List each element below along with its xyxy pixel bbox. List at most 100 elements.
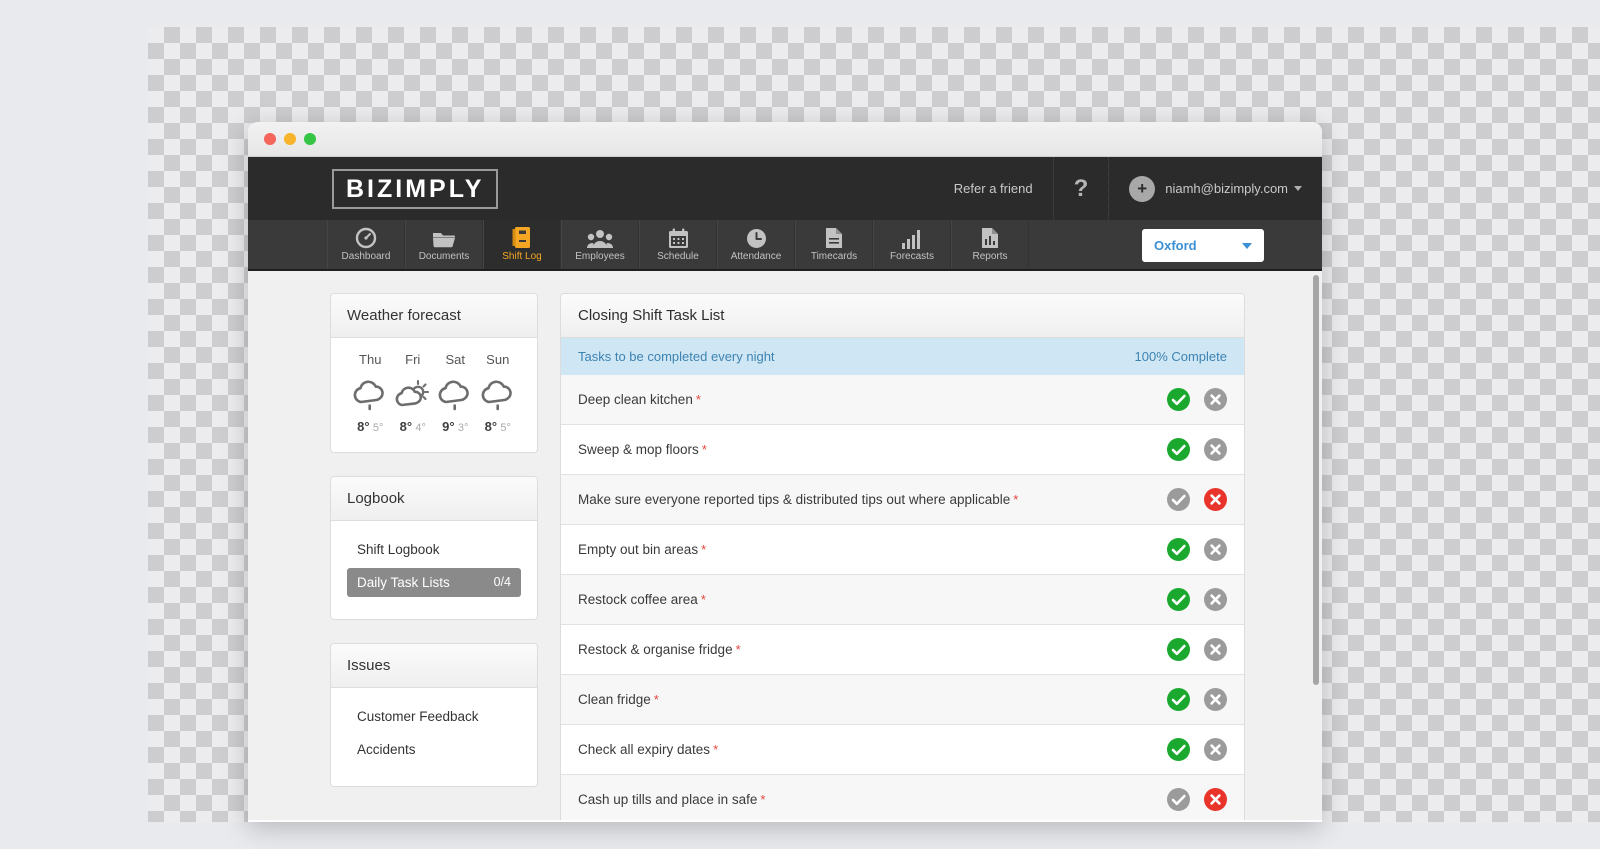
- weather-day-temps: 8° 5°: [349, 419, 392, 434]
- nav-item-timecards[interactable]: Timecards: [795, 220, 873, 269]
- task-done-button[interactable]: [1167, 788, 1190, 811]
- task-not-done-button[interactable]: [1204, 538, 1227, 561]
- required-asterisk: *: [735, 642, 741, 657]
- task-not-done-button[interactable]: [1204, 738, 1227, 761]
- table-row[interactable]: Sweep & mop floors *: [561, 425, 1244, 475]
- task-not-done-button[interactable]: [1204, 388, 1227, 411]
- task-not-done-button[interactable]: [1204, 788, 1227, 811]
- task-actions: [1167, 738, 1227, 761]
- refer-a-friend-link[interactable]: Refer a friend: [934, 157, 1053, 220]
- required-asterisk: *: [653, 692, 659, 707]
- issues-body: Customer Feedback Accidents: [331, 688, 537, 786]
- nav-item-employees[interactable]: Employees: [561, 220, 639, 269]
- task-actions: [1167, 638, 1227, 661]
- table-row[interactable]: Deep clean kitchen *: [561, 375, 1244, 425]
- sidebar-item-accidents[interactable]: Accidents: [347, 735, 521, 764]
- required-asterisk: *: [1013, 492, 1019, 507]
- sidebar-item-count: 0/4: [493, 575, 511, 589]
- task-actions: [1167, 688, 1227, 711]
- task-done-button[interactable]: [1167, 588, 1190, 611]
- weather-forecast-card: Weather forecast Thu 8° 5° Fri 8° 4° Sat…: [330, 293, 538, 453]
- cloud-drizzle-icon: [349, 373, 392, 417]
- task-done-button[interactable]: [1167, 488, 1190, 511]
- nav-item-reports[interactable]: Reports: [951, 220, 1029, 269]
- nav-label-shift-log: Shift Log: [502, 251, 542, 262]
- nav-item-dashboard[interactable]: Dashboard: [327, 220, 405, 269]
- table-row[interactable]: Clean fridge *: [561, 675, 1244, 725]
- task-section-label: Tasks to be completed every night: [578, 349, 775, 364]
- task-actions: [1167, 788, 1227, 811]
- sidebar-item-daily-task-lists[interactable]: Daily Task Lists 0/4: [347, 568, 521, 597]
- task-done-button[interactable]: [1167, 538, 1190, 561]
- account-email-label: niamh@bizimply.com: [1165, 181, 1288, 196]
- task-done-button[interactable]: [1167, 688, 1190, 711]
- chevron-down-icon: [1242, 242, 1252, 249]
- location-selector[interactable]: Oxford: [1142, 229, 1264, 262]
- weather-low: 5°: [500, 422, 511, 434]
- task-done-button[interactable]: [1167, 388, 1190, 411]
- minimize-window-button[interactable]: [284, 133, 296, 145]
- sidebar-item-shift-logbook[interactable]: Shift Logbook: [347, 535, 521, 564]
- required-asterisk: *: [713, 742, 719, 757]
- cloud-drizzle-icon: [434, 373, 477, 417]
- task-list-title: Closing Shift Task List: [561, 294, 1244, 338]
- task-not-done-button[interactable]: [1204, 438, 1227, 461]
- task-not-done-button[interactable]: [1204, 638, 1227, 661]
- weather-day-name: Fri: [405, 352, 421, 367]
- app-vertical-scrollbar[interactable]: [1313, 275, 1319, 685]
- table-row[interactable]: Cash up tills and place in safe *: [561, 775, 1244, 820]
- nav-label-schedule: Schedule: [657, 251, 699, 262]
- task-actions: [1167, 388, 1227, 411]
- weather-forecast-title: Weather forecast: [331, 294, 537, 338]
- required-asterisk: *: [760, 792, 766, 807]
- required-asterisk: *: [700, 592, 706, 607]
- nav-item-schedule[interactable]: Schedule: [639, 220, 717, 269]
- weather-days-row: Thu 8° 5° Fri 8° 4° Sat 9° 3° Sun 8° 5°: [347, 352, 521, 434]
- sidebar-item-customer-feedback[interactable]: Customer Feedback: [347, 702, 521, 731]
- task-done-button[interactable]: [1167, 638, 1190, 661]
- table-row[interactable]: Restock & organise fridge *: [561, 625, 1244, 675]
- sidebar-item-label: Accidents: [357, 742, 416, 757]
- task-list-column: Closing Shift Task List Tasks to be comp…: [560, 293, 1245, 820]
- bizimply-logo[interactable]: BIZIMPLY: [332, 168, 499, 209]
- task-not-done-button[interactable]: [1204, 588, 1227, 611]
- logbook-body: Shift Logbook Daily Task Lists 0/4: [331, 521, 537, 619]
- browser-window: BIZIMPLY Refer a friend ? + niamh@bizimp…: [248, 122, 1322, 822]
- nav-item-shift-log[interactable]: Shift Log: [483, 220, 561, 269]
- sidebar-item-label: Shift Logbook: [357, 542, 440, 557]
- nav-item-forecasts[interactable]: Forecasts: [873, 220, 951, 269]
- bottom-backdrop-strip: [0, 822, 1600, 849]
- weather-high: 8°: [357, 419, 370, 434]
- weather-day-temps: 9° 3°: [434, 419, 477, 434]
- sidebar-item-label: Customer Feedback: [357, 709, 479, 724]
- task-label: Clean fridge: [578, 692, 651, 707]
- weather-day-thu: Thu 8° 5°: [349, 352, 392, 434]
- nav-item-documents[interactable]: Documents: [405, 220, 483, 269]
- weather-high: 8°: [484, 419, 498, 434]
- task-not-done-button[interactable]: [1204, 488, 1227, 511]
- table-row[interactable]: Empty out bin areas *: [561, 525, 1244, 575]
- nav-item-attendance[interactable]: Attendance: [717, 220, 795, 269]
- clock-icon: [746, 227, 767, 249]
- bar-chart-icon: [901, 227, 923, 249]
- task-label: Deep clean kitchen: [578, 392, 693, 407]
- cloud-drizzle-icon: [477, 373, 520, 417]
- task-done-button[interactable]: [1167, 738, 1190, 761]
- task-not-done-button[interactable]: [1204, 688, 1227, 711]
- close-window-button[interactable]: [264, 133, 276, 145]
- weather-day-name: Thu: [359, 352, 382, 367]
- table-row[interactable]: Make sure everyone reported tips & distr…: [561, 475, 1244, 525]
- table-row[interactable]: Restock coffee area *: [561, 575, 1244, 625]
- account-menu[interactable]: + niamh@bizimply.com: [1108, 157, 1322, 220]
- task-done-button[interactable]: [1167, 438, 1190, 461]
- nav-label-documents: Documents: [418, 251, 470, 262]
- plus-circle-icon: +: [1129, 175, 1156, 202]
- table-row[interactable]: Check all expiry dates *: [561, 725, 1244, 775]
- maximize-window-button[interactable]: [304, 133, 316, 145]
- nav-label-employees: Employees: [575, 251, 625, 262]
- page-root: BIZIMPLY Refer a friend ? + niamh@bizimp…: [0, 0, 1600, 849]
- help-button[interactable]: ?: [1052, 157, 1109, 220]
- task-actions: [1167, 538, 1227, 561]
- weather-day-fri: Fri 8° 4°: [392, 352, 435, 434]
- sidebar-item-label: Daily Task Lists: [357, 575, 450, 590]
